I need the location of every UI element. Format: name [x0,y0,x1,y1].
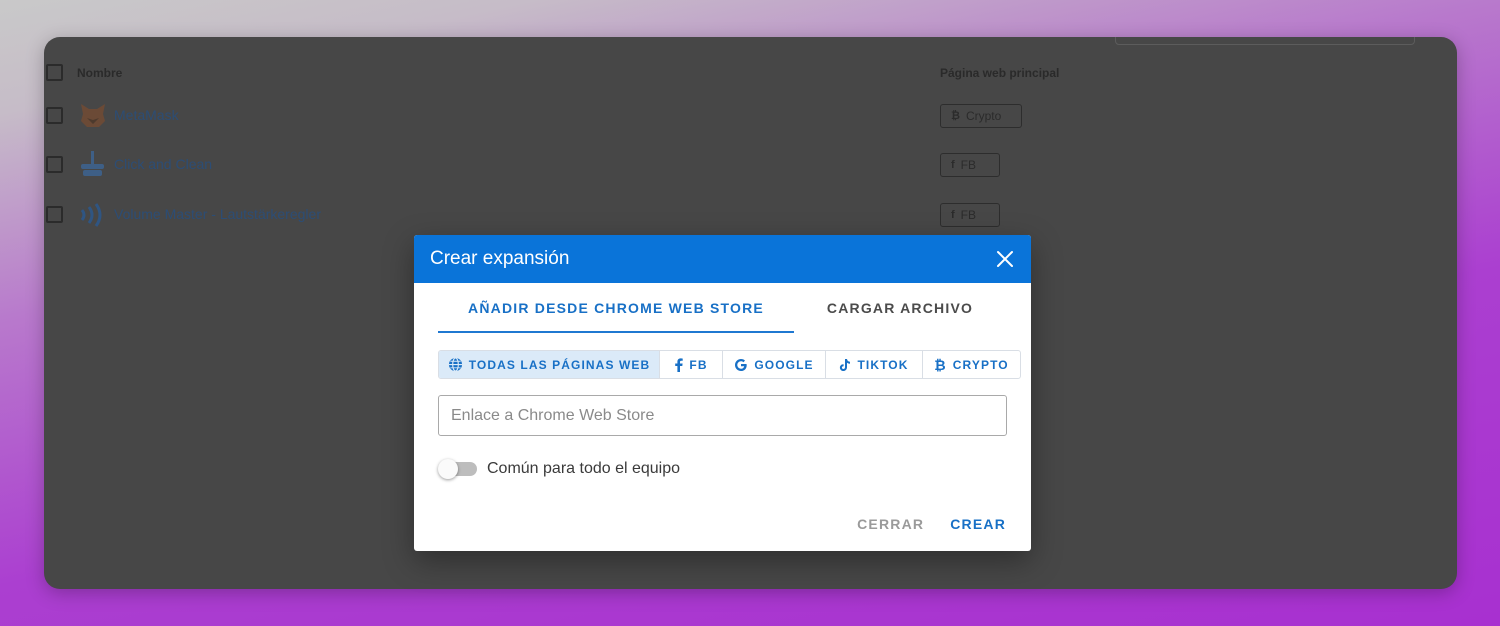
facebook-icon: f [951,159,955,171]
toggle-thumb [438,459,458,479]
filter-fb[interactable]: FB [659,351,722,378]
filter-google[interactable]: GOOGLE [722,351,825,378]
tag-badge: ₿ Crypto [940,104,1022,128]
tab-chrome-web-store[interactable]: AÑADIR DESDE CHROME WEB STORE [438,283,794,333]
extension-name[interactable]: Click and Clean [114,156,212,172]
team-common-toggle-row: Común para todo el equipo [438,459,680,479]
broom-icon [81,151,104,176]
close-icon[interactable] [995,249,1015,269]
website-filter-group: TODAS LAS PÁGINAS WEB FB GOOGLE TIKTOK ₿… [438,350,1021,379]
create-button[interactable]: CREAR [950,516,1006,532]
extension-name[interactable]: MetaMask [114,107,179,123]
search-box[interactable] [1115,37,1415,45]
tab-upload-file[interactable]: CARGAR ARCHIVO [794,283,1006,333]
row-checkbox[interactable] [46,156,63,173]
facebook-icon [675,357,684,372]
dialog-header: Crear expansión [414,235,1031,283]
tag-badge: f FB [940,153,1000,177]
extension-name[interactable]: Volume Master - Lautstärkeregler [114,206,321,222]
dialog-actions: CERRAR CREAR [857,516,1006,532]
fox-icon [81,104,105,127]
toggle-label: Común para todo el equipo [487,460,681,477]
tiktok-icon [840,358,851,371]
create-extension-dialog: Crear expansión AÑADIR DESDE CHROME WEB … [414,235,1031,551]
sound-waves-icon [80,203,102,227]
row-checkbox[interactable] [46,107,63,124]
filter-crypto[interactable]: ₿ CRYPTO [922,351,1020,378]
close-button[interactable]: CERRAR [857,516,924,532]
globe-icon [448,357,462,372]
select-all-checkbox[interactable] [46,64,63,81]
column-header-homepage: Página web principal [940,66,1060,80]
bitcoin-icon: ₿ [951,110,960,122]
chrome-store-link-input[interactable] [438,395,1007,436]
dialog-title: Crear expansión [430,248,570,269]
google-icon [735,358,748,371]
bitcoin-icon: ₿ [934,356,947,373]
column-header-name: Nombre [77,66,123,80]
row-checkbox[interactable] [46,206,63,223]
facebook-icon: f [951,209,955,221]
filter-all-websites[interactable]: TODAS LAS PÁGINAS WEB [439,351,659,378]
tag-badge: f FB [940,203,1000,227]
filter-tiktok[interactable]: TIKTOK [825,351,922,378]
dialog-tabs: AÑADIR DESDE CHROME WEB STORE CARGAR ARC… [438,283,1007,333]
team-common-toggle[interactable] [438,459,478,479]
